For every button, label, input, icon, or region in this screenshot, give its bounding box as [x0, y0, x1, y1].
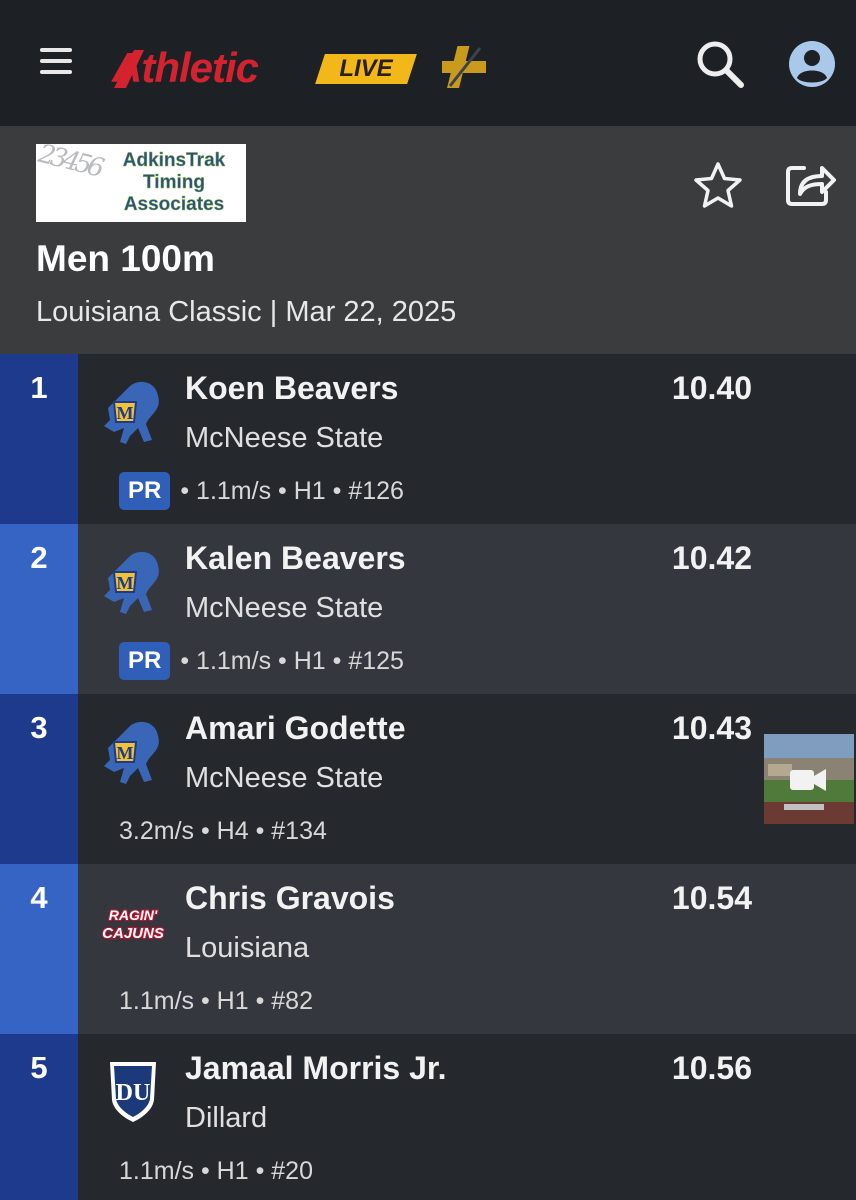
athlete-name[interactable]: Koen Beavers — [185, 370, 398, 407]
sponsor-text: AdkinsTrak Timing Associates — [110, 150, 238, 216]
svg-text:RAGIN': RAGIN' — [109, 907, 158, 923]
result-row[interactable]: 1 M Koen Beavers McNeese State 10.40 PR … — [0, 354, 856, 524]
athleticlive-logo[interactable]: Athletic LIVE — [112, 34, 417, 94]
search-icon[interactable] — [694, 38, 746, 90]
pr-badge: PR — [119, 642, 171, 680]
athlete-name[interactable]: Chris Gravois — [185, 880, 395, 917]
sponsor-logo[interactable]: 23456 AdkinsTrak Timing Associates — [36, 144, 246, 222]
pr-badge: PR — [119, 472, 171, 510]
share-icon[interactable] — [782, 156, 836, 210]
result-details: 1.1m/s • H1 • #82 — [119, 982, 313, 1020]
place-column: 5 — [0, 1034, 78, 1200]
place-number: 2 — [30, 540, 48, 575]
event-subtitle: Louisiana Classic | Mar 22, 2025 — [36, 296, 457, 328]
result-row[interactable]: 4 RAGIN' CAJUNS Chris Gravois Louisiana … — [0, 864, 856, 1034]
menu-icon[interactable] — [40, 48, 72, 76]
plus-icon[interactable] — [440, 44, 488, 90]
svg-text:M: M — [117, 403, 134, 423]
mcneese-cowboy-logo: M — [104, 721, 159, 784]
team-name[interactable]: McNeese State — [185, 422, 383, 455]
svg-text:M: M — [117, 743, 134, 763]
event-title: Men 100m — [36, 238, 215, 279]
logo-live-text: LIVE — [339, 55, 393, 82]
event-header: 23456 AdkinsTrak Timing Associates Men 1… — [0, 126, 856, 354]
team-name[interactable]: McNeese State — [185, 592, 383, 625]
result-row[interactable]: 2 M Kalen Beavers McNeese State 10.42 PR… — [0, 524, 856, 694]
mcneese-cowboy-logo: M — [104, 381, 159, 444]
place-number: 4 — [30, 880, 48, 915]
results-list: 1 M Koen Beavers McNeese State 10.40 PR … — [0, 354, 856, 1200]
star-icon[interactable] — [692, 160, 744, 212]
result-details: PR • 1.1m/s • H1 • #126 — [119, 472, 404, 510]
place-number: 5 — [30, 1050, 48, 1085]
athlete-name[interactable]: Kalen Beavers — [185, 540, 406, 577]
place-column: 2 — [0, 524, 78, 694]
result-mark: 10.40 — [671, 370, 752, 406]
team-name[interactable]: McNeese State — [185, 762, 383, 795]
result-mark: 10.43 — [671, 710, 752, 746]
logo-live-badge: LIVE — [315, 54, 417, 84]
wind-heat-bib: 3.2m/s • H4 • #134 — [119, 816, 327, 845]
place-number: 3 — [30, 710, 48, 745]
team-name[interactable]: Louisiana — [185, 932, 309, 965]
wind-heat-bib: • 1.1m/s • H1 • #126 — [180, 476, 404, 505]
svg-text:M: M — [117, 573, 134, 593]
logo-word: Athletic — [112, 44, 259, 91]
sponsor-numbers: 23456 — [36, 144, 104, 184]
place-column: 4 — [0, 864, 78, 1034]
result-row[interactable]: 3 M Amari Godette McNeese State 10.43 3.… — [0, 694, 856, 864]
result-details: 3.2m/s • H4 • #134 — [119, 812, 327, 850]
place-column: 3 — [0, 694, 78, 864]
result-row[interactable]: 5 DU Jamaal Morris Jr. Dillard 10.56 1.1… — [0, 1034, 856, 1200]
ragin-cajuns-logo: RAGIN' CAJUNS — [101, 906, 165, 943]
svg-text:CAJUNS: CAJUNS — [102, 925, 164, 942]
result-mark: 10.54 — [671, 880, 752, 916]
athlete-name[interactable]: Amari Godette — [185, 710, 405, 747]
athlete-name[interactable]: Jamaal Morris Jr. — [185, 1050, 446, 1087]
wind-heat-bib: 1.1m/s • H1 • #82 — [119, 986, 313, 1015]
dillard-shield-logo: DU — [110, 1062, 156, 1122]
wind-heat-bib: 1.1m/s • H1 • #20 — [119, 1156, 313, 1185]
result-mark: 10.42 — [671, 540, 752, 576]
result-details: 1.1m/s • H1 • #20 — [119, 1152, 313, 1190]
place-column: 1 — [0, 354, 78, 524]
sponsor-line-1: AdkinsTrak — [122, 150, 226, 172]
wind-heat-bib: • 1.1m/s • H1 • #125 — [180, 646, 404, 675]
video-thumbnail[interactable] — [764, 734, 854, 824]
result-details: PR • 1.1m/s • H1 • #125 — [119, 642, 404, 680]
top-bar: Athletic LIVE — [0, 0, 856, 126]
place-number: 1 — [30, 370, 48, 405]
mcneese-cowboy-logo: M — [104, 551, 159, 614]
account-icon[interactable] — [788, 40, 836, 88]
sponsor-line-2: Timing — [143, 172, 205, 194]
video-camera-icon — [790, 769, 826, 791]
result-mark: 10.56 — [671, 1050, 752, 1086]
team-name[interactable]: Dillard — [185, 1102, 267, 1135]
svg-text:DU: DU — [116, 1080, 151, 1106]
sponsor-line-3: Associates — [123, 194, 225, 216]
